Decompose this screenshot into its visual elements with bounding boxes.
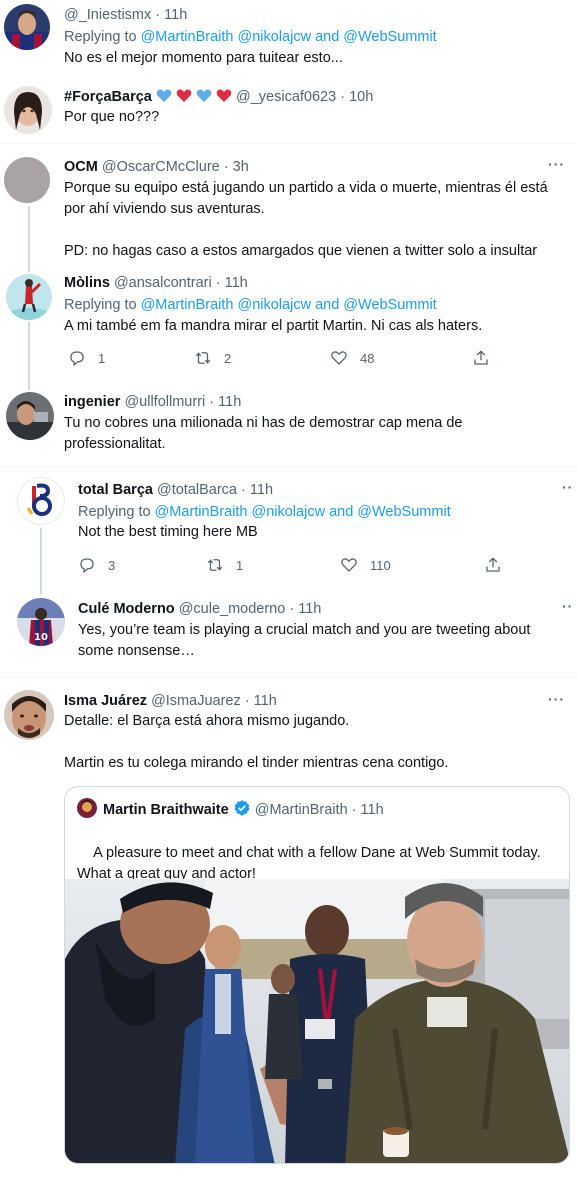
tweet-handle[interactable]: @_yesicaf0623 [236, 89, 336, 105]
tweet-timestamp[interactable]: 10h [349, 89, 373, 105]
tweet-display-name[interactable]: Mòlins [64, 275, 110, 291]
tweet-text: Yes, you’re team is playing a crucial ma… [78, 622, 535, 659]
divider [0, 143, 577, 144]
tweet-timestamp[interactable]: 11h [218, 394, 241, 410]
quote-text: A pleasure to meet and chat with a fello… [77, 845, 545, 882]
avatar[interactable] [77, 798, 97, 818]
tweet-text: Por que no??? [64, 109, 160, 125]
reply-icon [80, 558, 94, 574]
tweet-timestamp[interactable]: 11h [298, 601, 321, 617]
avatar[interactable]: 10 [17, 598, 65, 646]
share-icon [474, 350, 488, 365]
avatar[interactable] [4, 157, 50, 203]
replying-to-links[interactable]: @MartinBraith @nikolajcw and @WebSummit [155, 504, 451, 520]
separator-dot: · [340, 89, 346, 105]
thread-line [28, 206, 30, 272]
reply-button[interactable]: 3 [78, 556, 115, 574]
like-icon [341, 558, 357, 572]
like-icon [331, 351, 347, 365]
verified-icon [233, 799, 251, 822]
reply-count: 3 [108, 557, 116, 573]
svg-text:10: 10 [34, 632, 48, 643]
avatar[interactable] [17, 477, 65, 525]
retweet-icon [207, 558, 223, 572]
tweet-text: Detalle: el Barça está ahora mismo jugan… [64, 713, 449, 771]
tweet-timestamp[interactable]: 11h [225, 275, 248, 291]
replying-to-links[interactable]: @MartinBraith @nikolajcw and @WebSummit [141, 29, 437, 45]
tweet-text: A mi també em fa mandra mirar el partit … [64, 318, 483, 334]
more-icon[interactable]: ·· [562, 479, 573, 495]
separator-dot: · [244, 693, 250, 709]
share-button[interactable] [484, 556, 502, 574]
avatar[interactable] [4, 86, 52, 134]
tweet-display-name[interactable]: Isma Juárez [64, 693, 147, 709]
quote-timestamp[interactable]: 11h [361, 802, 384, 818]
quote-display-name[interactable]: Martin Braithwaite [103, 802, 229, 818]
tweet-text: Porque su equipo está jugando un partido… [64, 180, 548, 259]
replying-to-label: Replying to [78, 504, 151, 520]
tweet-display-name[interactable]: ingenier [64, 394, 120, 410]
separator-dot: · [241, 482, 246, 498]
tweet-handle[interactable]: @ansalcontrari [114, 275, 212, 291]
separator-dot: · [209, 394, 215, 410]
retweet-button[interactable]: 1 [206, 556, 243, 574]
separator-dot: · [351, 802, 357, 818]
separator-dot: · [223, 159, 229, 175]
tweet-display-name[interactable]: Culé Moderno [78, 601, 175, 617]
tweet-handle[interactable]: @IsmaJuarez [151, 693, 241, 709]
avatar[interactable] [4, 4, 50, 50]
replying-to-label: Replying to [64, 29, 137, 45]
tweet-handle[interactable]: @_Iniestismx [64, 7, 151, 23]
more-icon[interactable]: ·· [562, 598, 573, 614]
tweet-text: No es el mejor momento para tuitear esto… [64, 50, 343, 66]
replying-to-label: Replying to [64, 297, 137, 313]
quote-photo[interactable] [65, 879, 569, 1163]
divider [0, 466, 577, 467]
tweet-handle[interactable]: @ullfollmurri [124, 394, 205, 410]
divider [0, 677, 577, 678]
share-button[interactable] [472, 349, 490, 367]
thread-line [40, 528, 42, 594]
tweet-handle[interactable]: @OscarCMcClure [102, 159, 220, 175]
tweet-timestamp[interactable]: 3h [233, 159, 249, 175]
separator-dot: · [155, 7, 161, 23]
tweet-display-name[interactable]: total Barça [78, 482, 153, 498]
separator-dot: · [289, 601, 295, 617]
quoted-tweet[interactable]: Martin Braithwaite @MartinBraith · 11h A… [64, 786, 570, 1164]
like-count: 110 [370, 557, 391, 573]
retweet-button[interactable]: 2 [194, 349, 231, 367]
tweet-handle[interactable]: @cule_moderno [179, 601, 286, 617]
reply-count: 1 [98, 350, 106, 366]
avatar[interactable] [6, 392, 54, 440]
like-button[interactable]: 110 [340, 556, 391, 574]
tweet-display-name[interactable]: OCM [64, 159, 98, 175]
reply-button[interactable]: 1 [68, 349, 105, 367]
tweet-timestamp[interactable]: 11h [254, 693, 277, 709]
thread-line [28, 322, 30, 390]
quote-handle[interactable]: @MartinBraith [255, 802, 348, 818]
share-icon [486, 557, 500, 572]
tweet-display-name[interactable]: #ForçaBarça [64, 89, 152, 105]
tweet-handle[interactable]: @totalBarca [157, 482, 237, 498]
more-icon[interactable]: ··· [548, 156, 565, 172]
avatar[interactable] [4, 690, 54, 740]
retweet-count: 1 [236, 557, 244, 573]
heart-emoji [176, 89, 192, 105]
reply-icon [70, 351, 84, 367]
separator-dot: · [215, 275, 221, 291]
like-button[interactable]: 48 [330, 349, 374, 367]
like-count: 48 [360, 350, 375, 366]
retweet-icon [195, 351, 211, 365]
replying-to-links[interactable]: @MartinBraith @nikolajcw and @WebSummit [141, 297, 437, 313]
more-icon[interactable]: ··· [548, 691, 565, 707]
blue-heart-emoji [156, 89, 172, 105]
avatar[interactable] [6, 274, 52, 320]
tweet-text: Tu no cobres una milionada ni has de dem… [64, 415, 467, 452]
retweet-count: 2 [224, 350, 232, 366]
tweet-text: Not the best timing here MB [78, 524, 258, 540]
heart-emoji [216, 89, 232, 105]
blue-heart-emoji [196, 89, 212, 105]
tweet-timestamp[interactable]: 11h [250, 482, 273, 498]
tweet-timestamp[interactable]: 11h [164, 7, 187, 23]
